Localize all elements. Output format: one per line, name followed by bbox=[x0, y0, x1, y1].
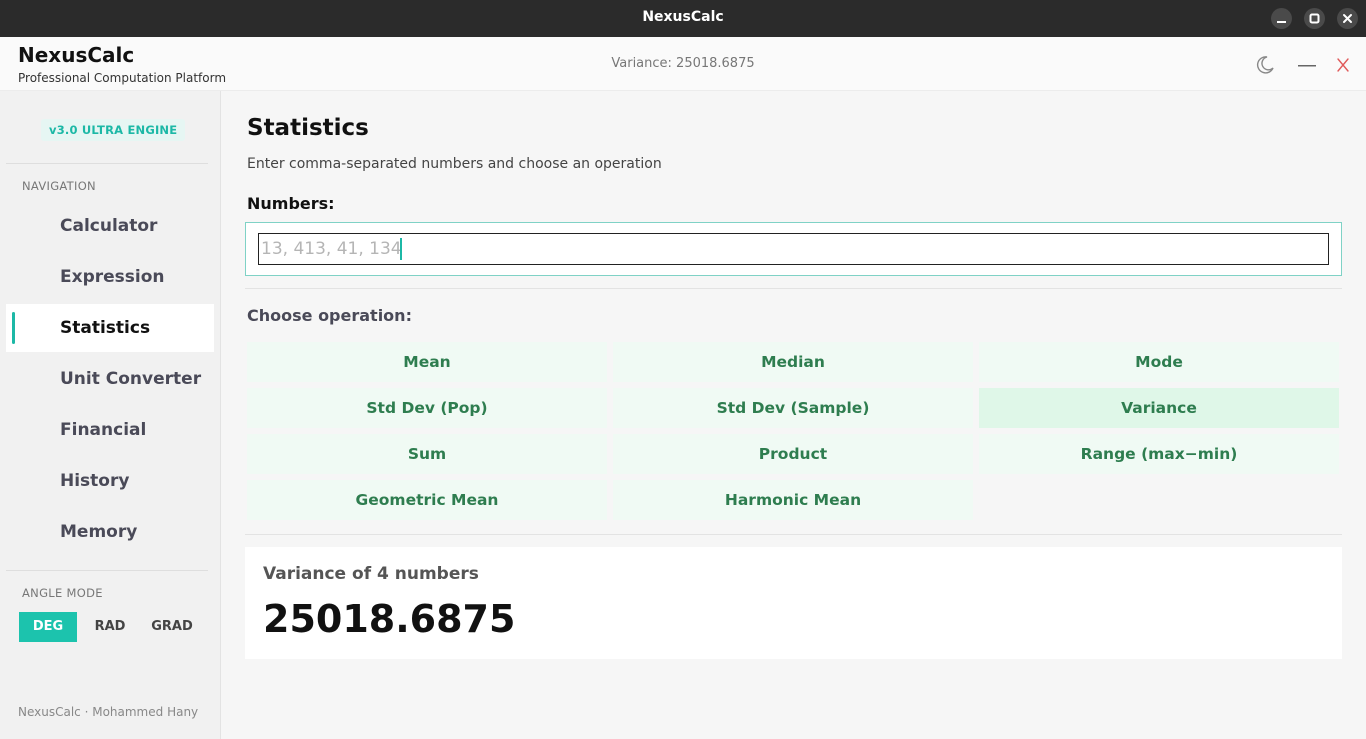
choose-operation-label: Choose operation: bbox=[247, 306, 412, 325]
op-variance-button[interactable]: Variance bbox=[979, 388, 1339, 428]
angle-grad-button[interactable]: GRAD bbox=[143, 612, 201, 642]
window-title: NexusCalc bbox=[642, 9, 724, 25]
op-sum-button[interactable]: Sum bbox=[247, 434, 607, 474]
page-description: Enter comma-separated numbers and choose… bbox=[247, 156, 662, 172]
minimize-icon bbox=[1298, 65, 1316, 67]
angle-deg-button[interactable]: DEG bbox=[19, 612, 77, 642]
minimize-icon bbox=[1277, 21, 1286, 23]
sidebar: v3.0 ULTRA ENGINE NAVIGATION Calculator … bbox=[0, 91, 221, 739]
op-std-dev-pop-button[interactable]: Std Dev (Pop) bbox=[247, 388, 607, 428]
sidebar-item-memory[interactable]: Memory bbox=[6, 508, 214, 556]
op-harmonic-mean-button[interactable]: Harmonic Mean bbox=[613, 480, 973, 520]
op-std-dev-sample-button[interactable]: Std Dev (Sample) bbox=[613, 388, 973, 428]
active-indicator bbox=[12, 312, 15, 344]
angle-rad-button[interactable]: RAD bbox=[81, 612, 139, 642]
sidebar-footer: NexusCalc · Mohammed Hany bbox=[18, 705, 199, 719]
sidebar-item-label: Statistics bbox=[60, 318, 151, 338]
numbers-input-container bbox=[245, 222, 1342, 276]
window-maximize-button[interactable] bbox=[1304, 8, 1325, 29]
result-card: Variance of 4 numbers 25018.6875 bbox=[245, 547, 1342, 659]
text-caret bbox=[400, 238, 402, 260]
sidebar-item-financial[interactable]: Financial bbox=[6, 406, 214, 454]
close-icon bbox=[1337, 58, 1349, 72]
result-value: 25018.6875 bbox=[263, 597, 516, 641]
section-divider bbox=[245, 534, 1342, 535]
op-mean-button[interactable]: Mean bbox=[247, 342, 607, 382]
op-range-button[interactable]: Range (max−min) bbox=[979, 434, 1339, 474]
version-badge: v3.0 ULTRA ENGINE bbox=[41, 119, 186, 141]
theme-toggle-button[interactable] bbox=[1254, 54, 1276, 76]
section-divider bbox=[245, 288, 1342, 289]
page-title: Statistics bbox=[247, 115, 369, 141]
sidebar-item-calculator[interactable]: Calculator bbox=[6, 202, 214, 250]
moon-icon bbox=[1256, 56, 1274, 74]
sidebar-divider bbox=[6, 163, 208, 164]
op-mode-button[interactable]: Mode bbox=[979, 342, 1339, 382]
op-geometric-mean-button[interactable]: Geometric Mean bbox=[247, 480, 607, 520]
window-close-button[interactable] bbox=[1337, 8, 1358, 29]
close-icon bbox=[1343, 14, 1352, 23]
app-header: NexusCalc Professional Computation Platf… bbox=[0, 37, 1366, 91]
app-close-button[interactable] bbox=[1332, 54, 1354, 76]
op-product-button[interactable]: Product bbox=[613, 434, 973, 474]
navigation-label: NAVIGATION bbox=[22, 179, 96, 193]
numbers-input[interactable] bbox=[258, 233, 1329, 265]
numbers-label: Numbers: bbox=[247, 194, 335, 213]
sidebar-item-expression[interactable]: Expression bbox=[6, 253, 214, 301]
sidebar-item-history[interactable]: History bbox=[6, 457, 214, 505]
result-label: Variance of 4 numbers bbox=[263, 564, 479, 584]
sidebar-item-unit-converter[interactable]: Unit Converter bbox=[6, 355, 214, 403]
window-minimize-button[interactable] bbox=[1271, 8, 1292, 29]
maximize-icon bbox=[1309, 13, 1320, 24]
angle-mode-label: ANGLE MODE bbox=[22, 586, 103, 600]
header-status: Variance: 25018.6875 bbox=[611, 56, 755, 71]
sidebar-divider bbox=[6, 570, 208, 571]
op-median-button[interactable]: Median bbox=[613, 342, 973, 382]
sidebar-item-statistics[interactable]: Statistics bbox=[6, 304, 214, 352]
main-content: Statistics Enter comma-separated numbers… bbox=[221, 91, 1366, 739]
brand-subtitle: Professional Computation Platform bbox=[18, 71, 227, 85]
app-minimize-button[interactable] bbox=[1296, 54, 1318, 76]
os-titlebar: NexusCalc bbox=[0, 0, 1366, 37]
